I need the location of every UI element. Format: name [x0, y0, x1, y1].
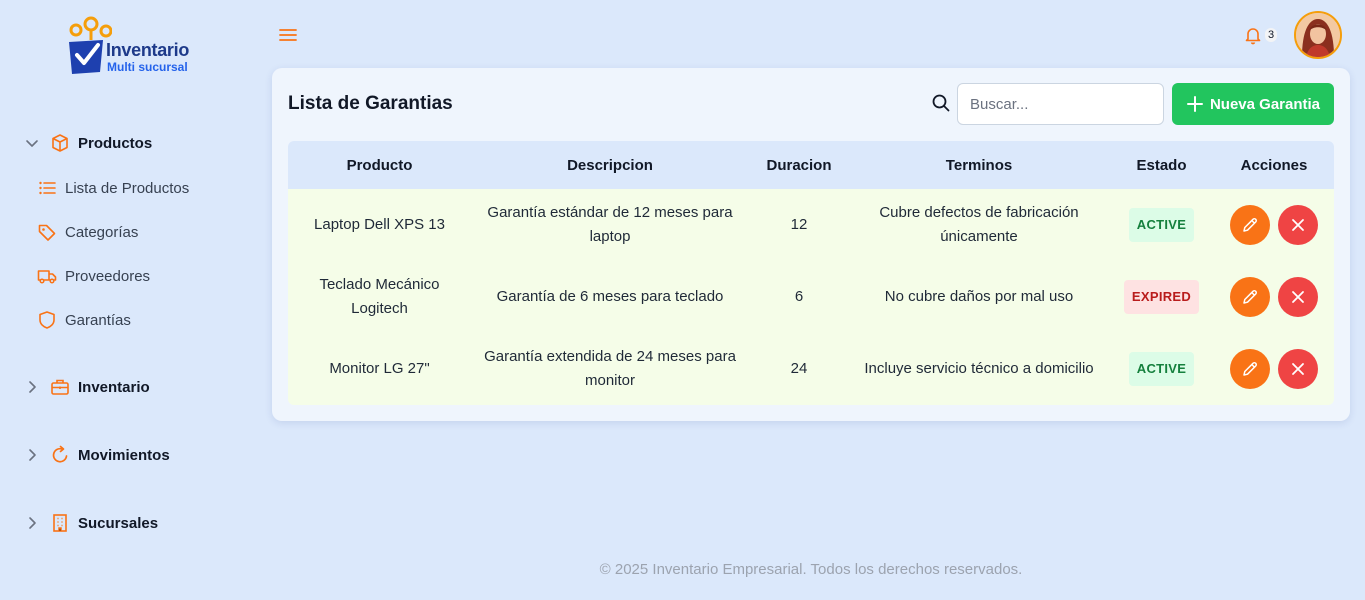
delete-button[interactable]	[1278, 205, 1318, 245]
column-header-descripcion[interactable]: Descripcion	[471, 141, 749, 189]
close-icon	[1292, 219, 1304, 231]
box-icon	[52, 134, 68, 152]
cell-estado: ACTIVE	[1109, 333, 1214, 405]
nav-section-label: Movimientos	[78, 446, 170, 464]
column-header-acciones: Acciones	[1240, 156, 1308, 174]
cell-duracion: 24	[790, 360, 808, 377]
cell-acciones	[1214, 261, 1334, 333]
sidebar-item-label: Proveedores	[65, 267, 151, 285]
delete-button[interactable]	[1278, 349, 1318, 389]
cell-producto: Laptop Dell XPS 13	[314, 216, 445, 233]
refresh-icon	[52, 445, 68, 463]
pencil-icon	[1243, 290, 1257, 304]
status-badge: ACTIVE	[1128, 208, 1195, 242]
delete-button[interactable]	[1278, 277, 1318, 317]
page-title: Lista de Garantias	[288, 93, 453, 114]
chevron-right-icon	[29, 517, 36, 529]
nav-section-sucursales[interactable]: Sucursales	[24, 511, 158, 535]
cell-producto: Teclado Mecánico Logitech	[319, 276, 440, 317]
notification-count: 3	[1265, 28, 1278, 42]
search-input[interactable]	[957, 83, 1164, 125]
cell-duracion: 12	[790, 216, 808, 233]
brand-title: Inventario	[106, 40, 190, 60]
close-icon	[1292, 363, 1304, 375]
chevron-down-icon	[26, 140, 38, 147]
sidebar-item-proveedores[interactable]: Proveedores	[37, 265, 150, 287]
warranty-table-wrapper: Producto Descripcion Duracion Terminos E…	[288, 141, 1334, 405]
tag-icon	[38, 224, 56, 241]
column-header-producto[interactable]: Producto	[288, 141, 471, 189]
cell-duracion: 6	[794, 288, 804, 305]
shield-icon	[39, 311, 55, 329]
footer-copyright: © 2025 Inventario Empresarial. Todos los…	[599, 561, 1023, 578]
close-icon	[1292, 291, 1304, 303]
cell-producto: Monitor LG 27"	[329, 360, 430, 377]
warranty-list-card: Lista de Garantias Nueva Garantia Produc…	[272, 68, 1350, 421]
sidebar-item-categorias[interactable]: Categorías	[37, 221, 138, 243]
table-row: Monitor LG 27" Garantía extendida de 24 …	[288, 333, 1334, 405]
column-header-terminos[interactable]: Terminos	[849, 141, 1109, 189]
sidebar-item-label: Garantías	[65, 311, 131, 329]
nav-section-label: Productos	[78, 134, 153, 152]
edit-button[interactable]	[1230, 349, 1270, 389]
table-row: Laptop Dell XPS 13 Garantía estándar de …	[288, 189, 1334, 261]
nav-section-productos[interactable]: Productos	[24, 131, 152, 155]
cell-acciones	[1214, 333, 1334, 405]
briefcase-icon	[51, 379, 69, 395]
user-avatar[interactable]	[1294, 11, 1342, 59]
sidebar-item-lista-productos[interactable]: Lista de Productos	[37, 177, 189, 199]
cell-estado: EXPIRED	[1109, 261, 1214, 333]
bell-icon	[1245, 28, 1261, 45]
chevron-right-icon	[29, 381, 36, 393]
sidebar: Inventario Multi sucursal Productos List…	[0, 0, 260, 600]
truck-icon	[37, 270, 57, 284]
building-icon	[53, 514, 67, 532]
cell-descripcion: Garantía estándar de 12 meses para lapto…	[487, 204, 733, 245]
menu-toggle-icon[interactable]	[278, 25, 298, 45]
cell-descripcion: Garantía extendida de 24 meses para moni…	[484, 348, 736, 389]
cell-acciones	[1214, 189, 1334, 261]
table-header-row: Producto Descripcion Duracion Terminos E…	[288, 141, 1334, 189]
pencil-icon	[1243, 218, 1257, 232]
pencil-icon	[1243, 362, 1257, 376]
nav-section-inventario[interactable]: Inventario	[24, 375, 150, 399]
brand-subtitle: Multi sucursal	[107, 60, 188, 74]
edit-button[interactable]	[1230, 277, 1270, 317]
cell-terminos: No cubre daños por mal uso	[884, 288, 1074, 305]
new-warranty-button[interactable]: Nueva Garantia	[1172, 83, 1334, 125]
status-badge: ACTIVE	[1128, 352, 1195, 386]
cell-terminos: Cubre defectos de fabricación únicamente	[879, 204, 1079, 245]
edit-button[interactable]	[1230, 205, 1270, 245]
list-icon	[39, 181, 56, 195]
sidebar-item-label: Lista de Productos	[65, 179, 190, 197]
nav-section-movimientos[interactable]: Movimientos	[24, 443, 170, 467]
cell-estado: ACTIVE	[1109, 189, 1214, 261]
app-logo[interactable]: Inventario Multi sucursal	[66, 14, 206, 78]
sidebar-item-garantias[interactable]: Garantías	[37, 309, 131, 331]
new-warranty-label: Nueva Garantia	[1209, 95, 1321, 113]
column-header-duracion[interactable]: Duracion	[749, 141, 849, 189]
column-header-estado[interactable]: Estado	[1109, 141, 1214, 189]
search-icon	[932, 94, 950, 112]
status-badge: EXPIRED	[1123, 280, 1200, 314]
cell-descripcion: Garantía de 6 meses para teclado	[496, 288, 724, 305]
sidebar-item-label: Categorías	[65, 223, 139, 241]
cell-terminos: Incluye servicio técnico a domicilio	[864, 360, 1094, 377]
plus-icon	[1186, 96, 1203, 112]
nav-section-label: Inventario	[78, 378, 150, 396]
avatar-image	[1296, 13, 1340, 57]
table-row: Teclado Mecánico Logitech Garantía de 6 …	[288, 261, 1334, 333]
chevron-right-icon	[29, 449, 36, 461]
notifications-button[interactable]: 3	[1243, 25, 1278, 45]
warranty-table: Producto Descripcion Duracion Terminos E…	[288, 141, 1334, 405]
nav-section-label: Sucursales	[78, 514, 159, 532]
